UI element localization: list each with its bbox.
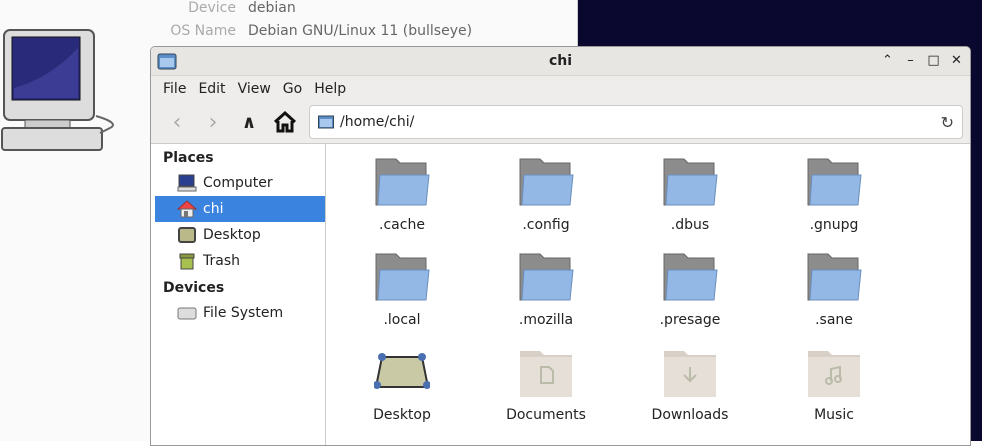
folder-icon <box>519 158 574 206</box>
folder-icon <box>807 253 862 301</box>
menu-edit[interactable]: Edit <box>192 81 231 97</box>
folder-icon <box>375 158 430 206</box>
label: Trash <box>203 253 240 269</box>
menu-file[interactable]: File <box>157 81 192 97</box>
file-item[interactable]: Downloads <box>630 347 750 423</box>
title-bar[interactable]: chi ⌃ – □ ✕ <box>151 47 970 76</box>
toolbar: ‹ › ∧ /home/chi/ ↻ <box>151 101 970 144</box>
drive-icon <box>177 307 197 320</box>
menu-bar: File Edit View Go Help <box>151 76 970 101</box>
file-name: .sane <box>815 312 853 328</box>
places-header: Places <box>163 150 214 166</box>
file-item[interactable]: .gnupg <box>774 157 894 233</box>
file-name: .dbus <box>670 217 710 233</box>
file-name: Desktop <box>373 407 431 423</box>
file-name: Downloads <box>651 407 729 423</box>
file-name: .gnupg <box>809 217 859 233</box>
file-name: .cache <box>379 217 425 233</box>
file-item[interactable]: .config <box>486 157 606 233</box>
sidebar-item-trash[interactable]: Trash <box>155 248 325 274</box>
address-input[interactable]: /home/chi/ <box>340 114 941 130</box>
value: debian <box>248 0 296 16</box>
file-item[interactable]: Documents <box>486 347 606 423</box>
desktop-icon <box>178 227 196 243</box>
sidebar-item-computer[interactable]: Computer <box>155 170 325 196</box>
sidebar-item-file-system[interactable]: File System <box>155 300 325 326</box>
shade-button[interactable]: ⌃ <box>880 52 895 70</box>
file-item[interactable]: .local <box>342 252 462 328</box>
minimize-button[interactable]: – <box>903 52 918 70</box>
file-name: .config <box>522 217 570 233</box>
folder-icon <box>519 253 574 301</box>
downloads-folder-icon <box>664 351 716 397</box>
desktop-icon <box>373 353 431 389</box>
value: Debian GNU/Linux 11 (bullseye) <box>248 23 473 39</box>
reload-icon[interactable]: ↻ <box>941 113 954 132</box>
file-name: Documents <box>506 407 586 423</box>
file-name: .presage <box>659 312 721 328</box>
window-title: chi <box>548 53 573 69</box>
file-item[interactable]: .presage <box>630 252 750 328</box>
menu-view[interactable]: View <box>232 81 277 97</box>
sidebar-item-chi[interactable]: chi <box>155 196 325 222</box>
label: Device <box>188 0 236 16</box>
label: File System <box>203 305 284 321</box>
file-item[interactable]: Music <box>774 347 894 423</box>
file-item[interactable]: .dbus <box>630 157 750 233</box>
sidebar-item-desktop[interactable]: Desktop <box>155 222 325 248</box>
file-item[interactable]: .cache <box>342 157 462 233</box>
back-button[interactable]: ‹ <box>159 107 195 137</box>
folder-icon <box>375 253 430 301</box>
trash-icon <box>179 253 195 270</box>
menu-help[interactable]: Help <box>308 81 352 97</box>
documents-folder-icon <box>520 351 572 397</box>
devices-header: Devices <box>163 280 225 296</box>
music-folder-icon <box>808 351 860 397</box>
menu-go[interactable]: Go <box>277 81 308 97</box>
computer-icon <box>1 29 114 151</box>
maximize-button[interactable]: □ <box>926 52 941 70</box>
computer-icon <box>177 174 197 192</box>
file-name: .mozilla <box>518 312 574 328</box>
folder-icon <box>663 253 718 301</box>
file-name: .local <box>383 312 421 328</box>
up-button[interactable]: ∧ <box>231 107 267 137</box>
label: chi <box>203 201 224 217</box>
close-button[interactable]: ✕ <box>949 52 964 70</box>
file-grid: .cache .config .dbus .gnupg .local .mozilla .p… <box>327 144 970 445</box>
file-name: Music <box>814 407 854 423</box>
file-item[interactable]: .sane <box>774 252 894 328</box>
forward-button[interactable]: › <box>195 107 231 137</box>
sidebar: Places Computer chi Desktop Trash Device… <box>151 144 326 445</box>
home-icon <box>273 111 297 133</box>
address-bar[interactable]: /home/chi/ ↻ <box>309 105 963 139</box>
file-item[interactable]: Desktop <box>342 347 462 423</box>
home-icon <box>177 200 197 218</box>
label: Computer <box>203 175 273 191</box>
folder-icon <box>807 158 862 206</box>
home-button[interactable] <box>267 107 303 137</box>
label: Desktop <box>203 227 261 243</box>
folder-icon <box>318 115 334 129</box>
file-manager-window: chi ⌃ – □ ✕ File Edit View Go Help ‹ › ∧… <box>150 46 971 446</box>
folder-icon <box>663 158 718 206</box>
file-item[interactable]: .mozilla <box>486 252 606 328</box>
